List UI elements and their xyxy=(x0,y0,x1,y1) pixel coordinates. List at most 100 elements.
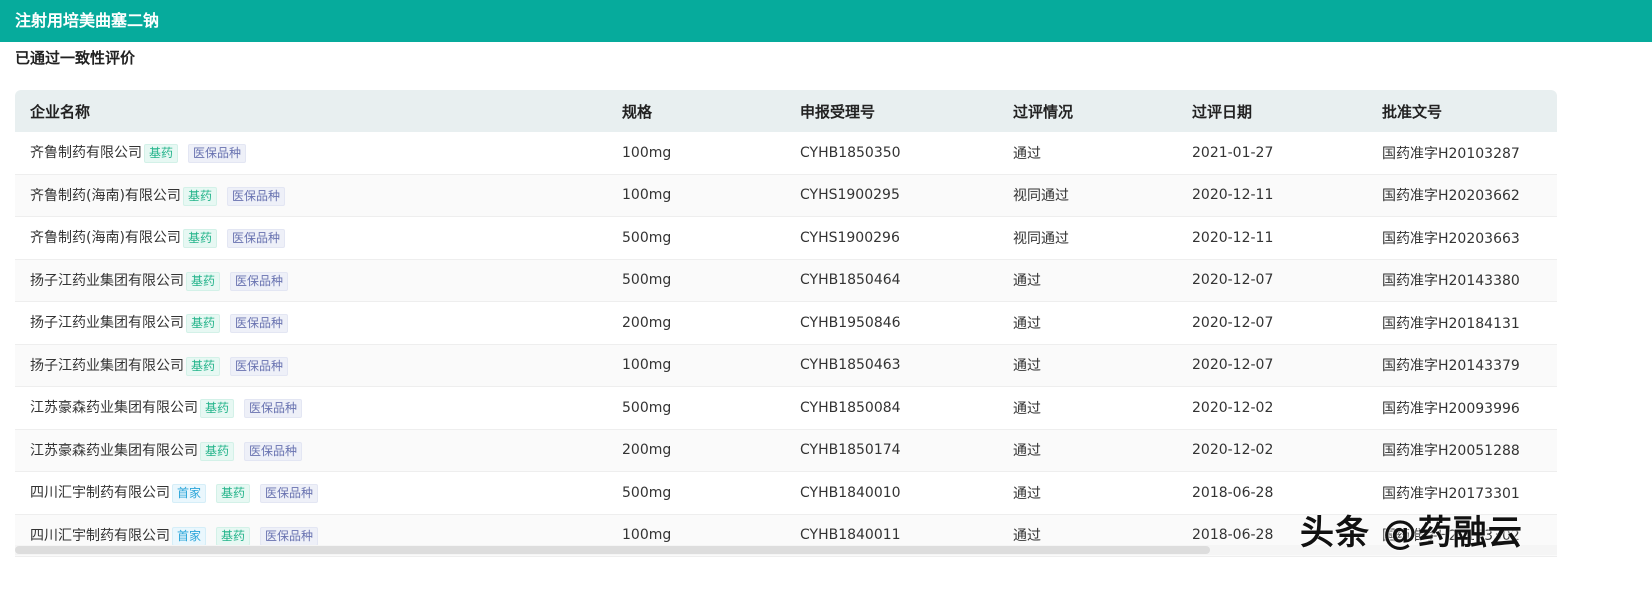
date-cell: 2020-12-07 xyxy=(1192,314,1274,331)
evaluation-table: 企业名称 规格 申报受理号 过评情况 过评日期 批准文号 齐鲁制药有限公司 基药医… xyxy=(15,90,1557,557)
col-status: 过评情况 xyxy=(1013,102,1074,121)
company-name: 扬子江药业集团有限公司 xyxy=(30,315,184,332)
tag-badge: 医保品种 xyxy=(260,484,319,504)
approval-cell: 国药准字H20173301 xyxy=(1382,485,1520,502)
col-acceptance: 申报受理号 xyxy=(800,102,876,121)
date-cell: 2020-12-07 xyxy=(1192,272,1274,289)
company-cell: 齐鲁制药(海南)有限公司 基药 医保品种 xyxy=(30,185,295,206)
company-name: 扬子江药业集团有限公司 xyxy=(30,357,184,374)
date-cell: 2020-12-11 xyxy=(1192,229,1274,246)
section-title: 已通过一致性评价 xyxy=(15,49,136,67)
approval-cell: 国药准字H20093996 xyxy=(1382,400,1520,417)
approval-cell: 国药准字H20203662 xyxy=(1382,188,1520,205)
status-cell: 通过 xyxy=(1013,315,1041,332)
table-row: 江苏豪森药业集团有限公司 基药 医保品种 200mg CYHB1850174 通过 … xyxy=(15,429,1557,472)
tag-badge: 医保品种 xyxy=(230,356,289,376)
spec-cell: 500mg xyxy=(622,272,672,289)
tag-badge: 首家 xyxy=(172,484,207,504)
status-cell: 视同通过 xyxy=(1013,230,1069,247)
spec-cell: 200mg xyxy=(622,314,672,331)
watermark: 头条 @药融云 xyxy=(1300,513,1523,553)
date-cell: 2020-12-02 xyxy=(1192,399,1274,416)
date-cell: 2020-12-07 xyxy=(1192,357,1274,374)
table-row: 扬子江药业集团有限公司 基药 医保品种 100mg CYHB1850463 通过 2… xyxy=(15,344,1557,387)
date-cell: 2020-12-11 xyxy=(1192,187,1274,204)
approval-cell: 国药准字H20143379 xyxy=(1382,358,1520,375)
status-cell: 通过 xyxy=(1013,145,1041,162)
tag-badge: 医保品种 xyxy=(230,271,289,291)
spec-cell: 100mg xyxy=(622,187,672,204)
company-name: 江苏豪森药业集团有限公司 xyxy=(30,442,198,459)
scrollbar-thumb[interactable] xyxy=(15,546,1210,554)
spec-cell: 200mg xyxy=(622,442,672,459)
approval-cell: 国药准字H20143380 xyxy=(1382,273,1520,290)
table-row: 江苏豪森药业集团有限公司 基药 医保品种 500mg CYHB1850084 通过 … xyxy=(15,387,1557,430)
col-spec: 规格 xyxy=(622,102,653,121)
company-name: 江苏豪森药业集团有限公司 xyxy=(30,400,198,417)
tag-badge: 基药 xyxy=(200,399,235,419)
spec-cell: 500mg xyxy=(622,229,672,246)
tag-badge: 基药 xyxy=(186,356,221,376)
tag-badge: 首家 xyxy=(172,526,207,546)
table-header: 企业名称 规格 申报受理号 过评情况 过评日期 批准文号 xyxy=(15,90,1557,132)
acceptance-cell: CYHB1850350 xyxy=(800,144,901,161)
spec-cell: 100mg xyxy=(622,144,672,161)
company-cell: 扬子江药业集团有限公司 基药 医保品种 xyxy=(30,355,298,376)
company-cell: 扬子江药业集团有限公司 基药 医保品种 xyxy=(30,312,298,334)
tag-badge: 医保品种 xyxy=(244,441,303,461)
tag-badge: 基药 xyxy=(144,144,179,164)
status-cell: 通过 xyxy=(1013,528,1041,545)
table-row: 扬子江药业集团有限公司 基药 医保品种 500mg CYHB1850464 通过 2… xyxy=(15,259,1557,302)
table-row: 齐鲁制药有限公司 基药 医保品种 100mg CYHB1850350 通过 2021… xyxy=(15,132,1557,175)
tag-badge: 基药 xyxy=(200,441,235,461)
tag-badge: 基药 xyxy=(182,186,217,206)
tag-badge: 医保品种 xyxy=(230,314,289,334)
date-cell: 2020-12-02 xyxy=(1192,442,1274,459)
company-name: 齐鲁制药有限公司 xyxy=(30,145,142,162)
page-header: 注射用培美曲塞二钠 xyxy=(0,0,1652,42)
tag-badge: 医保品种 xyxy=(226,186,285,206)
acceptance-cell: CYHB1850174 xyxy=(800,442,901,459)
acceptance-cell: CYHB1850084 xyxy=(800,399,901,416)
acceptance-cell: CYHB1950846 xyxy=(800,314,901,331)
company-cell: 江苏豪森药业集团有限公司 基药 医保品种 xyxy=(30,397,312,419)
tag-badge: 基药 xyxy=(186,314,221,334)
tag-badge: 基药 xyxy=(186,271,221,291)
company-cell: 江苏豪森药业集团有限公司 基药 医保品种 xyxy=(30,440,312,461)
company-cell: 扬子江药业集团有限公司 基药 医保品种 xyxy=(30,270,298,291)
table-row: 齐鲁制药(海南)有限公司 基药 医保品种 500mg CYHS1900296 视同通… xyxy=(15,217,1557,260)
acceptance-cell: CYHS1900296 xyxy=(800,229,900,246)
tag-badge: 医保品种 xyxy=(188,144,247,164)
spec-cell: 100mg xyxy=(622,527,672,544)
company-name: 齐鲁制药(海南)有限公司 xyxy=(30,230,181,247)
spec-cell: 100mg xyxy=(622,357,672,374)
approval-cell: 国药准字H20184131 xyxy=(1382,315,1520,332)
date-cell: 2018-06-28 xyxy=(1192,527,1274,544)
tag-badge: 基药 xyxy=(182,229,217,249)
acceptance-cell: CYHB1840010 xyxy=(800,484,901,501)
acceptance-cell: CYHB1850463 xyxy=(800,357,901,374)
company-name: 四川汇宇制药有限公司 xyxy=(30,527,170,544)
status-cell: 通过 xyxy=(1013,485,1041,502)
spec-cell: 500mg xyxy=(622,399,672,416)
company-name: 四川汇宇制药有限公司 xyxy=(30,485,170,502)
tag-badge: 医保品种 xyxy=(244,399,303,419)
approval-cell: 国药准字H20051288 xyxy=(1382,443,1520,460)
company-name: 齐鲁制药(海南)有限公司 xyxy=(30,187,181,204)
company-cell: 齐鲁制药(海南)有限公司 基药 医保品种 xyxy=(30,227,295,249)
date-cell: 2018-06-28 xyxy=(1192,484,1274,501)
acceptance-cell: CYHB1840011 xyxy=(800,527,901,544)
spec-cell: 500mg xyxy=(622,484,672,501)
company-cell: 四川汇宇制药有限公司 首家 基药 医保品种 xyxy=(30,525,328,546)
tag-badge: 基药 xyxy=(216,526,251,546)
company-cell: 四川汇宇制药有限公司 首家 基药 医保品种 xyxy=(30,482,328,504)
col-date: 过评日期 xyxy=(1192,102,1253,121)
status-cell: 视同通过 xyxy=(1013,188,1069,205)
company-cell: 齐鲁制药有限公司 基药 医保品种 xyxy=(30,142,256,164)
status-cell: 通过 xyxy=(1013,400,1041,417)
tag-badge: 医保品种 xyxy=(226,229,285,249)
approval-cell: 国药准字H20203663 xyxy=(1382,230,1520,247)
tag-badge: 医保品种 xyxy=(260,526,319,546)
date-cell: 2021-01-27 xyxy=(1192,144,1274,161)
acceptance-cell: CYHS1900295 xyxy=(800,187,900,204)
